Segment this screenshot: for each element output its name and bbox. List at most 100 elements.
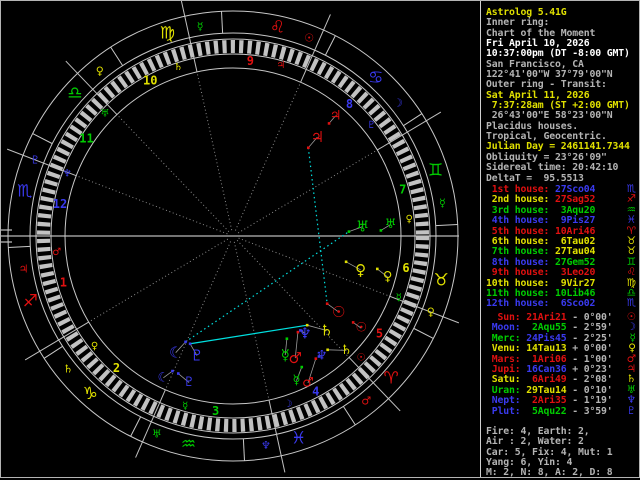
- sign-glyph-gemini: ♊: [428, 160, 443, 180]
- planet-position-dot-uranus-outer: [379, 229, 383, 232]
- house-cusp-value: 27Sag52: [554, 194, 596, 206]
- planet-glyph-venus-outer: ♀: [383, 270, 393, 285]
- house-cusp-spoke: [233, 241, 270, 401]
- house-ruler-icon-9: ♃: [276, 60, 285, 71]
- house-ruler-icon-2: ♀: [91, 341, 98, 352]
- house-label: 10th house:: [486, 277, 555, 289]
- house-cusp-spoke: [196, 71, 233, 231]
- house-label: 7th house:: [486, 246, 555, 258]
- sign-ruler-icon-virgo: ☿: [197, 20, 204, 33]
- planet-glyph-saturn-inner: ♄: [320, 321, 333, 339]
- header-text: Sat April 11, 2026: [486, 89, 590, 101]
- house-ruler-icon-5: ☉: [357, 353, 366, 364]
- header-text: Outer ring - Transit:: [486, 79, 607, 91]
- planet-glyph-neptune-inner: ♆: [298, 324, 311, 342]
- sign-glyph-virgo: ♍: [160, 23, 175, 43]
- sign-glyph-cancer: ♋: [368, 68, 383, 88]
- house-cusp-spoke: [234, 82, 302, 231]
- sign-boundary: [43, 345, 63, 359]
- sign-boundary: [413, 327, 434, 339]
- house-cusp-value: 9Pis27: [554, 215, 596, 227]
- header-line-17: DeltaT = 95.5513: [486, 172, 638, 184]
- sign-boundary: [110, 46, 124, 66]
- house-number-5: 5: [376, 327, 383, 341]
- planet-position-dot-sun-inner: [325, 302, 329, 306]
- planet-position-dot-venus-outer: [375, 267, 379, 271]
- house-ruler-icon-6: ☿: [396, 293, 402, 304]
- house-label: 5th house:: [486, 225, 555, 237]
- planet-label: Mars:: [486, 353, 527, 365]
- planet-position-dot-moon-inner: [184, 340, 187, 344]
- aspect-line-pluto-saturn: [190, 324, 308, 345]
- header-text: 10:37:00pm (DT -8:00 GMT): [486, 48, 630, 60]
- house-cusp-spoke: [88, 238, 229, 323]
- sign-glyph-pisces: ♓: [291, 429, 306, 449]
- planet-velocity: - 3°59': [572, 405, 613, 417]
- planet-glyph-mars-inner: ♂: [289, 349, 302, 367]
- planet-position-value: 2Ari35: [526, 395, 573, 407]
- planet-glyph-saturn-outer: ♄: [341, 343, 353, 358]
- house-cusp-spoke: [164, 241, 232, 390]
- house-ruler-icon-7: ♀: [406, 214, 413, 225]
- house-cusp-spoke: [116, 114, 230, 233]
- planet-position-dot-sun-outer: [351, 321, 355, 324]
- planet-position-value: 14Tau13: [526, 343, 573, 355]
- header-text: San Francisco, CA: [486, 58, 584, 70]
- planet-glyph-venus-inner: ♀: [355, 261, 366, 279]
- totals-text: M: 2, N: 8, A: 2, D: 8: [486, 467, 613, 479]
- sign-glyph-libra: ♎: [67, 83, 82, 103]
- astrolog-window: ♈ ♂ ♉ ♀ ♊ ☿ ♋ ☽ ♌ ☉ ♍ ☿ ♎ ♀ ♏ ♇ ♐ ♃ ♑ ♄ ♒ ♅ ♓ ♆ 1 ♂ 2 ♀ 3 ☿ 4 ☽ 5 ☉ 6 ☿ 7 ♀ 8 ♇…: [0, 0, 640, 480]
- aspect-line-jupiter-sun: [307, 147, 328, 304]
- planet-glyph-uranus-outer: ♅: [385, 217, 397, 232]
- planet-label: Plut:: [486, 405, 527, 417]
- sign-boundary: [130, 416, 142, 437]
- sign-ruler-icon-libra: ♀: [96, 65, 104, 78]
- totals-text: Yang: 6, Yin: 4: [486, 457, 573, 469]
- planet-position-dot-jupiter-inner: [306, 146, 310, 150]
- sign-ruler-icon-aries: ♂: [361, 394, 371, 407]
- planet-velocity: - 1°00': [572, 353, 613, 365]
- sign-ruler-icon-pisces: ♆: [261, 439, 271, 452]
- planet-glyph-neptune-outer: ♆: [316, 348, 328, 363]
- header-text: Julian Day = 2461141.7344: [486, 141, 630, 153]
- planet-velocity: - 2°59': [572, 322, 613, 334]
- planet-label: Merc:: [486, 332, 527, 344]
- house-number-7: 7: [399, 182, 406, 196]
- house-ruler-icon-8: ♇: [367, 120, 376, 131]
- house-label: 6th house:: [486, 236, 555, 248]
- house-cusp-spoke: [238, 237, 390, 297]
- house-label: 12th house:: [486, 298, 555, 310]
- house-cusp-value: 9Vir27: [554, 277, 596, 289]
- planet-position-value: 2Aqu55: [526, 322, 573, 334]
- planet-label: Moon:: [486, 322, 527, 334]
- sign-glyph-aquarius: ♒: [181, 434, 196, 454]
- planet-table: Sun: 21Ari21 - 0°00' ☉ Moon: 2Aqu55 - 2°5…: [486, 312, 638, 417]
- house-ruler-icon-1: ♂: [52, 247, 61, 258]
- planet-position-dot-uranus-inner: [347, 230, 351, 233]
- house-cusp-line: [300, 14, 331, 83]
- house-cusp-table: 1st house: 27Sco04 ♏ 2nd house: 27Sag52 ♐ …: [486, 184, 638, 310]
- sign-glyph-leo: ♌: [270, 18, 285, 38]
- planet-glyph-moon-outer: ☾: [158, 370, 170, 385]
- planet-label: Sun:: [486, 312, 527, 323]
- zodiac-sign-icon: ♏: [626, 297, 636, 310]
- planet-position-dot-pluto-inner: [188, 342, 192, 346]
- house-number-12: 12: [53, 197, 67, 211]
- planet-glyph-jupiter-outer: ♃: [330, 108, 342, 123]
- planet-position-value: 5Aqu22: [526, 405, 573, 417]
- house-cusp-value: 3Leo20: [554, 267, 596, 279]
- house-cusp-spoke: [76, 175, 228, 235]
- planet-glyph-pluto-outer: ♇: [183, 375, 195, 390]
- header-text: DeltaT = 95.5513: [486, 172, 584, 184]
- sign-boundary: [220, 11, 224, 34]
- house-row: 12th house: 6Sco02 ♏: [486, 297, 638, 310]
- planet-glyph-mars-outer: ♂: [302, 375, 314, 390]
- sign-boundary: [8, 245, 31, 249]
- planet-position-value: 1Ari06: [526, 353, 573, 365]
- house-number-6: 6: [402, 261, 409, 275]
- chart-wheel: ♈♂♉♀♊☿♋☽♌☉♍ ☿♎♀♏♇♐♃♑♄♒♅ ♓♆1♂2♀3☿4☽5☉6☿7♀8♇…: [0, 0, 460, 473]
- house-label: 8th house:: [486, 256, 555, 268]
- sign-glyph-aries: ♈: [383, 369, 398, 389]
- planet-glyph-sun-outer: ☉: [355, 321, 367, 336]
- house-number-1: 1: [60, 276, 67, 290]
